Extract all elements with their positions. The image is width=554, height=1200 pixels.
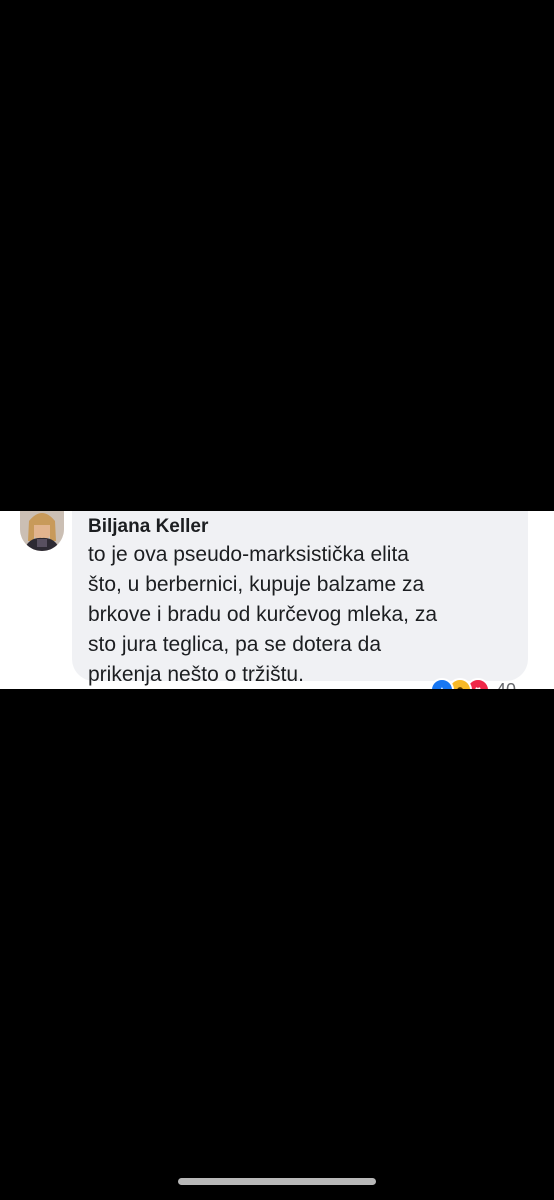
comment-text-line: to je ova pseudo-marksistička elita [88,543,409,566]
reactions-summary[interactable]: ▲ ☻ ♥ 40 [430,678,516,690]
comment-author-name[interactable]: Biljana Keller [88,516,208,538]
comment-card: Biljana Keller to je ova pseudo-marksist… [0,511,554,689]
reaction-count: 40 [496,680,516,690]
comment-text: to je ova pseudo-marksistička elita što,… [88,540,520,689]
comment-bubble: Biljana Keller to je ova pseudo-marksist… [72,511,528,686]
comment-text-line: što, u berbernici, kupuje balzame za [88,573,425,596]
home-indicator[interactable] [178,1178,376,1185]
screenshot-screen: Biljana Keller to je ova pseudo-marksist… [0,0,554,1200]
comment-text-line: brkove i bradu od kurčevog mleka, za [88,603,438,626]
comment-text-line: sto jura teglica, pa se dotera da [88,633,382,656]
avatar-photo [20,511,64,551]
avatar[interactable] [20,511,64,551]
like-icon: ▲ [430,678,454,689]
